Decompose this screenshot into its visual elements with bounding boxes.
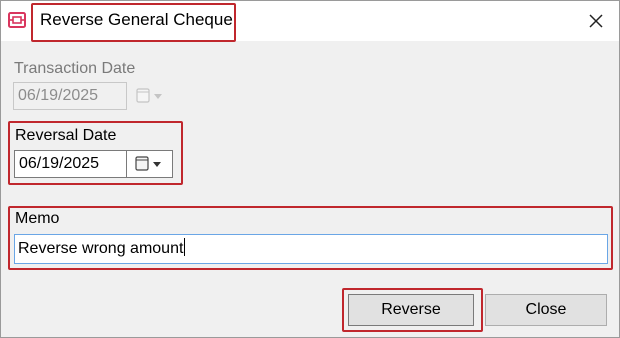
reverse-cheque-dialog: Reverse General Cheque Transaction Date …	[0, 0, 620, 338]
reverse-button[interactable]: Reverse	[348, 294, 474, 326]
close-icon[interactable]	[585, 10, 607, 32]
reversal-date-calendar-button[interactable]	[127, 150, 173, 178]
reversal-date-field[interactable]: 06/19/2025	[14, 150, 127, 178]
title-bar: Reverse General Cheque	[1, 1, 619, 41]
memo-label: Memo	[15, 210, 60, 227]
memo-input[interactable]: Reverse wrong amount	[14, 234, 608, 264]
memo-value: Reverse wrong amount	[18, 240, 184, 257]
reversal-date-label: Reversal Date	[15, 127, 117, 144]
dialog-title: Reverse General Cheque	[40, 10, 233, 29]
text-caret	[184, 238, 186, 256]
cheque-app-icon	[8, 12, 26, 28]
transaction-date-calendar-button	[127, 82, 173, 110]
transaction-date-field: 06/19/2025	[13, 82, 127, 110]
transaction-date-label: Transaction Date	[14, 60, 136, 77]
close-button[interactable]: Close	[485, 294, 607, 326]
